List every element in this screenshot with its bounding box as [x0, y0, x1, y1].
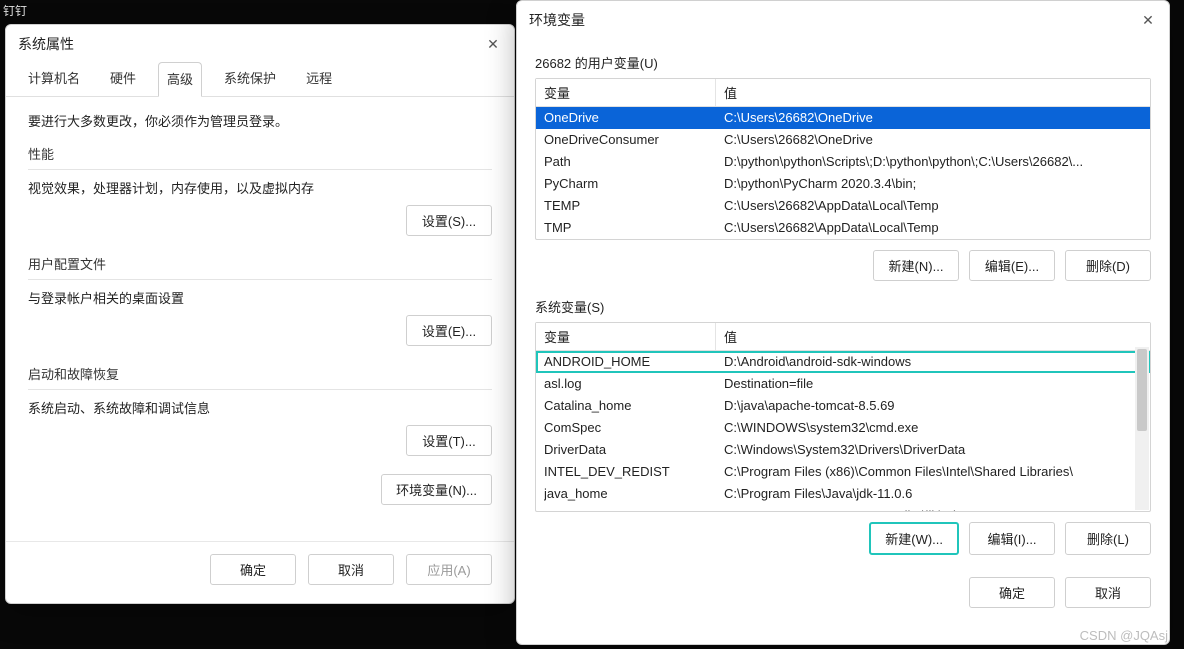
cancel-button[interactable]: 取消	[308, 554, 394, 585]
header-val[interactable]: 值	[716, 79, 1150, 106]
table-row[interactable]: PathD:\python\python\Scripts\;D:\python\…	[536, 151, 1150, 173]
startup-desc: 系统启动、系统故障和调试信息	[28, 398, 492, 417]
table-row[interactable]: java_homeC:\Program Files\Java\jdk-11.0.…	[536, 483, 1150, 505]
cell-var: MIC_LD_LIBRARY_PATH	[544, 507, 724, 511]
cell-val: C:\Program Files\Java\jdk-11.0.6	[724, 485, 1142, 503]
cell-var: PyCharm	[544, 175, 724, 193]
tabs: 计算机名 硬件 高级 系统保护 远程	[6, 59, 514, 97]
table-row[interactable]: TEMPC:\Users\26682\AppData\Local\Temp	[536, 195, 1150, 217]
user-vars-label: 26682 的用户变量(U)	[535, 53, 1151, 72]
cell-var: ComSpec	[544, 419, 724, 437]
performance-settings-button[interactable]: 设置(S)...	[406, 205, 492, 236]
tab-computer-name[interactable]: 计算机名	[20, 62, 88, 97]
table-row[interactable]: ANDROID_HOMED:\Android\android-sdk-windo…	[536, 351, 1150, 373]
system-properties-title: 系统属性	[18, 34, 74, 54]
close-icon[interactable]: ✕	[1137, 9, 1159, 31]
cell-var: Catalina_home	[544, 397, 724, 415]
table-row[interactable]: DriverDataC:\Windows\System32\Drivers\Dr…	[536, 439, 1150, 461]
startup-group-label: 启动和故障恢复	[28, 364, 492, 383]
startup-settings-button[interactable]: 设置(T)...	[406, 425, 492, 456]
dingtalk-label: 钉钉	[0, 0, 30, 21]
cell-val: D:\python\python\Scripts\;D:\python\pyth…	[724, 153, 1142, 171]
table-row[interactable]: PyCharmD:\python\PyCharm 2020.3.4\bin;	[536, 173, 1150, 195]
profiles-group-label: 用户配置文件	[28, 254, 492, 273]
table-row[interactable]: asl.logDestination=file	[536, 373, 1150, 395]
user-edit-button[interactable]: 编辑(E)...	[969, 250, 1055, 281]
user-new-button[interactable]: 新建(N)...	[873, 250, 959, 281]
tab-hardware[interactable]: 硬件	[102, 62, 144, 97]
cell-val: C:\Users\26682\OneDrive	[724, 131, 1142, 149]
cell-var: ANDROID_HOME	[544, 353, 724, 371]
header-val[interactable]: 值	[716, 323, 1150, 350]
cell-val: C:\Users\26682\AppData\Local\Temp	[724, 197, 1142, 215]
watermark: CSDN @JQAsj	[1080, 628, 1168, 643]
cell-var: java_home	[544, 485, 724, 503]
cell-var: INTEL_DEV_REDIST	[544, 463, 724, 481]
cell-var: TEMP	[544, 197, 724, 215]
cell-val: D:\python\PyCharm 2020.3.4\bin;	[724, 175, 1142, 193]
env-vars-button[interactable]: 环境变量(N)...	[381, 474, 492, 505]
env-vars-title: 环境变量	[529, 10, 585, 30]
cell-var: TMP	[544, 219, 724, 237]
system-edit-button[interactable]: 编辑(I)...	[969, 522, 1055, 555]
env-vars-dialog: 环境变量 ✕ 26682 的用户变量(U) 变量 值 OneDriveC:\Us…	[516, 0, 1170, 645]
apply-button[interactable]: 应用(A)	[406, 554, 492, 585]
tab-remote[interactable]: 远程	[298, 62, 340, 97]
scrollbar[interactable]	[1135, 347, 1149, 510]
header-var[interactable]: 变量	[536, 79, 716, 106]
admin-note: 要进行大多数更改，你必须作为管理员登录。	[28, 111, 492, 130]
ok-button[interactable]: 确定	[210, 554, 296, 585]
cell-val: D:\java\apache-tomcat-8.5.69	[724, 397, 1142, 415]
table-row[interactable]: OneDriveC:\Users\26682\OneDrive	[536, 107, 1150, 129]
table-row[interactable]: INTEL_DEV_REDISTC:\Program Files (x86)\C…	[536, 461, 1150, 483]
env-ok-button[interactable]: 确定	[969, 577, 1055, 608]
performance-desc: 视觉效果，处理器计划，内存使用，以及虚拟内存	[28, 178, 492, 197]
cell-val: C:\WINDOWS\system32\cmd.exe	[724, 419, 1142, 437]
system-new-button[interactable]: 新建(W)...	[869, 522, 959, 555]
scrollbar-thumb[interactable]	[1137, 349, 1147, 431]
close-icon[interactable]: ✕	[482, 33, 504, 55]
env-cancel-button[interactable]: 取消	[1065, 577, 1151, 608]
system-delete-button[interactable]: 删除(L)	[1065, 522, 1151, 555]
table-row[interactable]: ComSpecC:\WINDOWS\system32\cmd.exe	[536, 417, 1150, 439]
cell-var: Path	[544, 153, 724, 171]
system-vars-label: 系统变量(S)	[535, 297, 1151, 316]
cell-var: DriverData	[544, 441, 724, 459]
tab-advanced[interactable]: 高级	[158, 62, 202, 97]
table-row[interactable]: MIC_LD_LIBRARY_PATH%INTEL_DEV_REDIST%com…	[536, 505, 1150, 511]
tab-system-protection[interactable]: 系统保护	[216, 62, 284, 97]
cell-val: C:\Program Files (x86)\Common Files\Inte…	[724, 463, 1142, 481]
header-var[interactable]: 变量	[536, 323, 716, 350]
cell-var: OneDriveConsumer	[544, 131, 724, 149]
cell-val: D:\Android\android-sdk-windows	[724, 353, 1142, 371]
cell-val: C:\Users\26682\AppData\Local\Temp	[724, 219, 1142, 237]
table-row[interactable]: Catalina_homeD:\java\apache-tomcat-8.5.6…	[536, 395, 1150, 417]
cell-val: Destination=file	[724, 375, 1142, 393]
cell-val: C:\Users\26682\OneDrive	[724, 109, 1142, 127]
profiles-settings-button[interactable]: 设置(E)...	[406, 315, 492, 346]
table-row[interactable]: TMPC:\Users\26682\AppData\Local\Temp	[536, 217, 1150, 239]
system-properties-dialog: 系统属性 ✕ 计算机名 硬件 高级 系统保护 远程 要进行大多数更改，你必须作为…	[5, 24, 515, 604]
user-vars-list[interactable]: 变量 值 OneDriveC:\Users\26682\OneDriveOneD…	[535, 78, 1151, 240]
cell-val: C:\Windows\System32\Drivers\DriverData	[724, 441, 1142, 459]
system-vars-list[interactable]: 变量 值 ANDROID_HOMED:\Android\android-sdk-…	[535, 322, 1151, 512]
performance-group-label: 性能	[28, 144, 492, 163]
cell-val: %INTEL_DEV_REDIST%compiler\lib\mic	[724, 507, 1142, 511]
cell-var: OneDrive	[544, 109, 724, 127]
cell-var: asl.log	[544, 375, 724, 393]
user-delete-button[interactable]: 删除(D)	[1065, 250, 1151, 281]
table-row[interactable]: OneDriveConsumerC:\Users\26682\OneDrive	[536, 129, 1150, 151]
profiles-desc: 与登录帐户相关的桌面设置	[28, 288, 492, 307]
